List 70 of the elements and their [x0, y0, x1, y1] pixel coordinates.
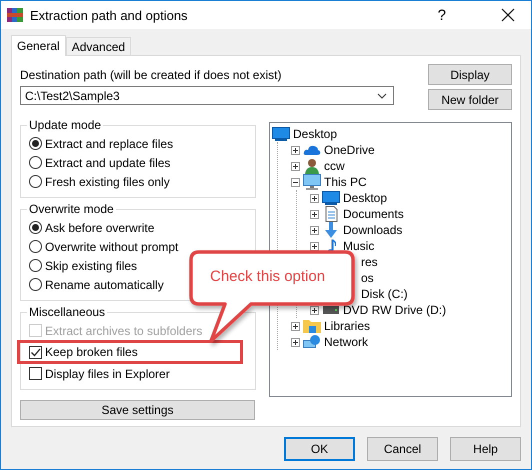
cloud-icon	[303, 143, 321, 157]
radio-button[interactable]	[29, 137, 42, 150]
radio-button[interactable]	[29, 259, 42, 272]
group-title: Miscellaneous	[28, 305, 106, 319]
download-icon	[322, 222, 340, 238]
tree-item[interactable]: Desktop	[343, 191, 388, 205]
folder-icon	[303, 318, 321, 334]
monitor-icon	[272, 127, 290, 141]
tree-item[interactable]: Libraries	[324, 319, 370, 333]
group-title: Update mode	[28, 118, 102, 132]
drive-icon	[323, 306, 339, 314]
callout-text: Check this option	[210, 268, 326, 285]
tree-item[interactable]: res	[361, 255, 378, 269]
expand-icon[interactable]	[291, 162, 300, 170]
help-button[interactable]: ?	[438, 6, 446, 24]
tree-item[interactable]: Network	[324, 335, 368, 349]
radio-button[interactable]	[29, 240, 42, 253]
group-title: Overwrite mode	[28, 202, 115, 216]
path-combo-box[interactable]: C:\Test2\Sample3	[20, 86, 394, 105]
close-icon[interactable]	[501, 8, 515, 22]
dialog-button[interactable]: Cancel	[367, 437, 438, 461]
option-label: Extract archives to subfolders	[45, 324, 202, 338]
tree-item[interactable]: This PC	[324, 175, 367, 189]
option-label: Skip existing files	[45, 258, 138, 272]
option-label: Display files in Explorer	[45, 366, 170, 380]
expand-icon[interactable]	[310, 242, 319, 250]
field-label: Destination path (will be created if does not exist)	[20, 68, 282, 82]
option-label: Fresh existing files only	[45, 174, 170, 188]
tab[interactable]: General	[11, 35, 66, 56]
radio-button[interactable]	[29, 175, 42, 188]
radio-button[interactable]	[29, 278, 42, 291]
expand-icon[interactable]	[310, 226, 319, 234]
tree-item[interactable]: Disk (C:)	[361, 287, 408, 301]
tree-item[interactable]: Music	[343, 239, 374, 253]
tab[interactable]: Advanced	[66, 37, 132, 55]
checkbox[interactable]	[29, 367, 42, 380]
expand-icon[interactable]	[310, 210, 319, 218]
radio-button[interactable]	[29, 156, 42, 169]
option-label: Overwrite without prompt	[45, 240, 178, 254]
side-button[interactable]: Display	[428, 64, 512, 85]
expand-icon[interactable]	[291, 338, 300, 346]
window-title: Extraction path and options	[30, 8, 188, 22]
app-icon	[7, 7, 23, 23]
monitor-icon	[322, 191, 340, 205]
side-button[interactable]: New folder	[428, 89, 512, 110]
checkbox[interactable]	[29, 346, 42, 358]
option-label: Extract and update files	[45, 156, 170, 170]
expand-icon[interactable]	[291, 322, 300, 330]
computer-icon	[303, 174, 321, 190]
option-label: Ask before overwrite	[45, 220, 154, 234]
collapse-icon[interactable]	[291, 178, 300, 186]
expand-icon[interactable]	[310, 306, 319, 314]
expand-icon[interactable]	[291, 146, 300, 154]
tree-item[interactable]: DVD RW Drive (D:)	[343, 303, 446, 317]
tree-item[interactable]: Documents	[343, 207, 404, 221]
network-icon	[303, 334, 321, 350]
tree-item[interactable]: Downloads	[343, 223, 402, 237]
expand-icon[interactable]	[310, 194, 319, 202]
dialog-button[interactable]: Help	[450, 437, 521, 461]
radio-button[interactable]	[29, 221, 42, 234]
tree-item[interactable]: ccw	[324, 159, 345, 173]
option-label: Extract and replace files	[45, 136, 174, 150]
tree-item[interactable]: Desktop	[293, 127, 338, 141]
option-label: Keep broken files	[45, 345, 138, 359]
dialog-button[interactable]: OK	[284, 437, 355, 461]
tree-item[interactable]: OneDrive	[324, 143, 375, 157]
option-label: Rename automatically	[45, 278, 164, 292]
save-settings-button[interactable]: Save settings	[20, 400, 255, 420]
tree-item[interactable]: os	[361, 271, 374, 285]
user-icon	[303, 158, 321, 174]
